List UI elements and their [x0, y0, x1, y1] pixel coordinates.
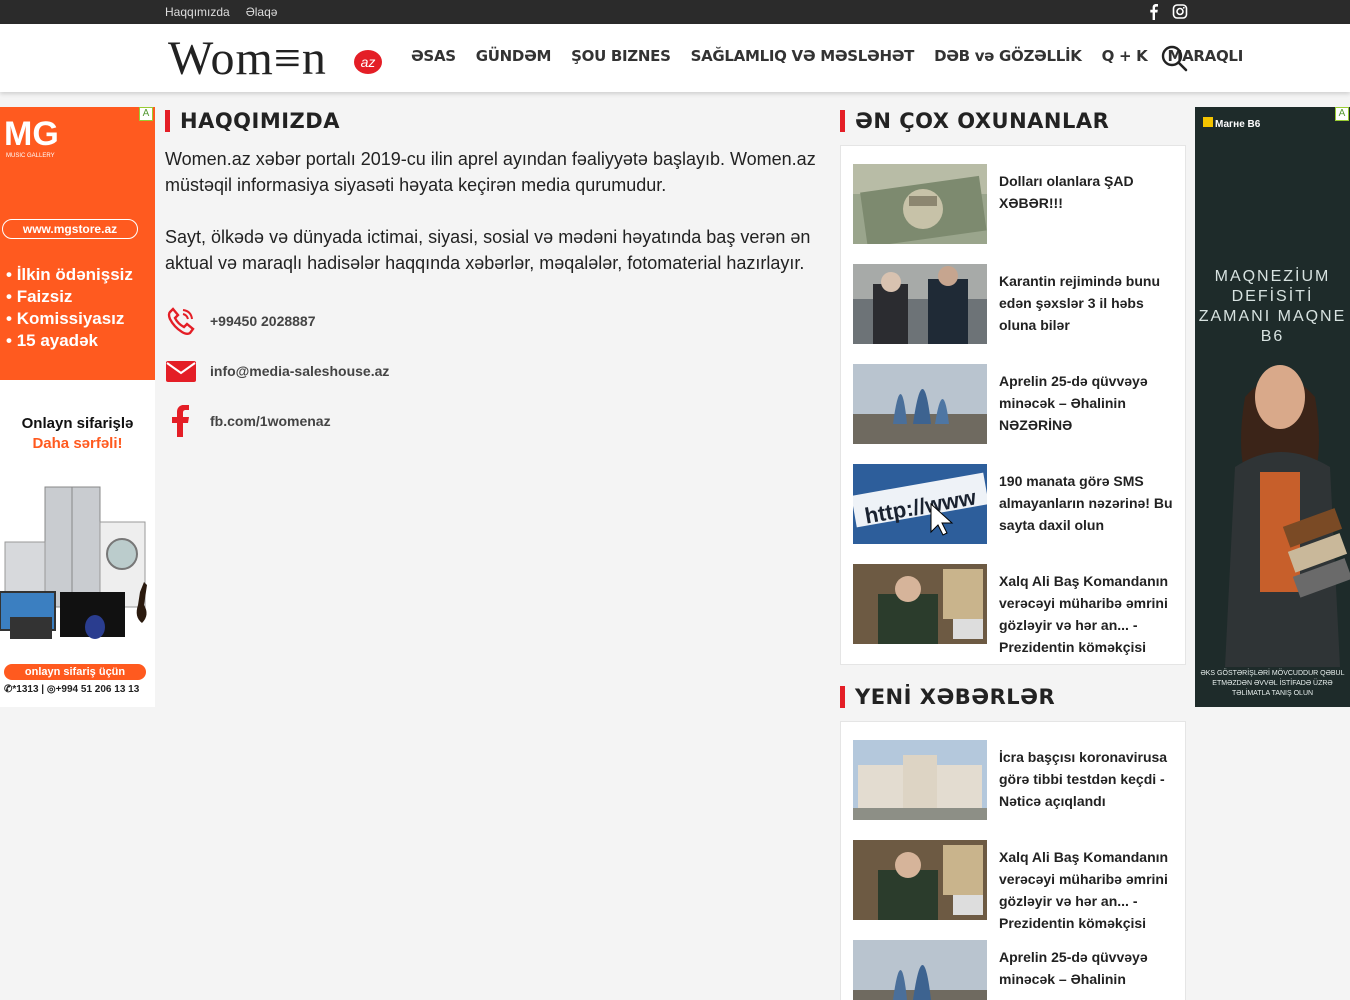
left-ad-banner[interactable]: MG MUSIC GALLERY www.mgstore.az • İlkin … — [0, 107, 155, 707]
list-item[interactable]: Aprelin 25-də qüvvəyə minəcək – Əhalinin… — [853, 364, 1173, 464]
top-link-about[interactable]: Haqqımızda — [165, 5, 230, 19]
about-paragraph: Sayt, ölkədə və dünyada ictimai, siyasi,… — [165, 227, 811, 273]
news-title[interactable]: Karantin rejimində bunu edən şəxslər 3 i… — [999, 264, 1173, 364]
logo-word: Wom≡n — [168, 32, 327, 85]
contact-value: info@media-saleshouse.az — [210, 363, 390, 379]
logo-suffix: az — [354, 50, 382, 74]
ad-online-line1: Onlayn sifarişlə — [21, 415, 134, 432]
news-title[interactable]: Xalq Ali Baş Komandanın verəcəyi müharib… — [999, 564, 1173, 664]
about-text: Women.az xəbər portalı 2019-cu ilin apre… — [165, 146, 820, 276]
brand-logo-icon — [1203, 117, 1213, 127]
popular-title: ƏN ÇOX OXUNANLAR — [855, 109, 1110, 133]
nav-item-qk[interactable]: Q + K — [1102, 47, 1148, 65]
ad-bullet: • İlkin ödənişsiz — [6, 265, 133, 284]
ad-url: www.mgstore.az — [2, 219, 138, 239]
instagram-icon[interactable] — [1172, 3, 1188, 20]
ad-bullet: • Faizsiz — [6, 287, 73, 306]
ad-phones: ✆*1313 | ◎+994 51 206 13 13 — [4, 684, 140, 695]
right-ad-banner[interactable]: Магне В6 MAQNEZİUM DEFİSİTİ ZAMANI MAQNE… — [1195, 107, 1350, 707]
about-paragraph: Women.az xəbər portalı 2019-cu ilin apre… — [165, 149, 816, 195]
section-title: HAQQIMIZDA — [165, 107, 820, 135]
news-title[interactable]: İcra başçısı koronavirusa görə tibbi tes… — [999, 740, 1173, 840]
nav-item-health[interactable]: SAĞLAMLIQ VƏ MƏSLƏHƏT — [691, 47, 915, 65]
section-title-popular: ƏN ÇOX OXUNANLAR — [840, 107, 1186, 135]
about-section: HAQQIMIZDA Women.az xəbər portalı 2019-c… — [165, 107, 820, 446]
news-thumbnail[interactable] — [853, 740, 987, 820]
contact-value: fb.com/1womenaz — [210, 413, 331, 429]
section-title-latest: YENİ XƏBƏRLƏR — [840, 683, 1186, 711]
title-accent-bar — [840, 686, 845, 708]
ad-right-headline: MAQNEZİUM DEFİSİTİ ZAMANI MAQNE B6 — [1198, 268, 1347, 345]
contact-value: +99450 2028887 — [210, 313, 316, 329]
mail-icon — [165, 355, 197, 387]
contact-email[interactable]: info@media-saleshouse.az — [165, 346, 820, 396]
news-title[interactable]: Aprelin 25-də qüvvəyə minəcək – Əhalinin… — [999, 364, 1173, 464]
site-logo[interactable]: Wom≡n az — [168, 34, 388, 84]
top-bar: Haqqımızda Əlaqə — [0, 0, 1350, 24]
ad-right-disclaimer: ƏKS GÖSTƏRİŞLƏRİ MÖVCUDDUR QƏBUL ETMƏZDƏ… — [1200, 670, 1345, 697]
news-thumbnail[interactable] — [853, 164, 987, 244]
phone-icon — [165, 305, 197, 337]
news-thumbnail[interactable]: http://www — [853, 464, 987, 544]
ad-brand: MG — [4, 115, 59, 153]
list-item[interactable]: Dolları olanlara ŞAD XƏBƏR!!! — [853, 164, 1173, 264]
latest-news-list: İcra başçısı koronavirusa görə tibbi tes… — [840, 721, 1186, 1000]
top-links: Haqqımızda Əlaqə — [165, 0, 277, 24]
list-item[interactable]: Karantin rejimində bunu edən şəxslər 3 i… — [853, 264, 1173, 364]
nav-item-agenda[interactable]: GÜNDƏM — [476, 47, 552, 65]
news-title[interactable]: Dolları olanlara ŞAD XƏBƏR!!! — [999, 164, 1173, 264]
search-icon[interactable] — [1160, 44, 1188, 72]
news-title[interactable]: Aprelin 25-də qüvvəyə minəcək – Əhalinin — [999, 940, 1173, 1000]
main-nav: ƏSAS GÜNDƏM ŞOU BIZNES SAĞLAMLIQ VƏ MƏSL… — [411, 47, 1243, 65]
sidebar: ƏN ÇOX OXUNANLAR Dolları olanlara ŞAD XƏ… — [840, 107, 1186, 1000]
facebook-icon — [165, 405, 197, 437]
news-title[interactable]: Xalq Ali Baş Komandanın verəcəyi müharib… — [999, 840, 1173, 940]
list-item[interactable]: http://www 190 manata görə SMS almayanla… — [853, 464, 1173, 564]
nav-item-fashion[interactable]: DƏB və GÖZƏLLİK — [934, 47, 1082, 65]
adchoices-badge[interactable]: A — [1335, 107, 1349, 121]
adchoices-badge[interactable]: A — [139, 107, 153, 121]
facebook-icon[interactable] — [1146, 3, 1162, 20]
list-item[interactable]: İcra başçısı koronavirusa görə tibbi tes… — [853, 740, 1173, 840]
ad-order-button[interactable]: onlayn sifariş üçün — [4, 664, 146, 680]
news-title[interactable]: 190 manata görə SMS almayanların nəzərin… — [999, 464, 1173, 564]
social-links — [1146, 3, 1188, 20]
news-thumbnail[interactable] — [853, 264, 987, 344]
news-thumbnail[interactable] — [853, 564, 987, 644]
list-item[interactable]: Aprelin 25-də qüvvəyə minəcək – Əhalinin — [853, 940, 1173, 1000]
ad-right-brand: Магне В6 — [1203, 117, 1260, 130]
nav-item-showbiz[interactable]: ŞOU BIZNES — [571, 47, 671, 65]
list-item[interactable]: Xalq Ali Baş Komandanın verəcəyi müharib… — [853, 564, 1173, 664]
nav-item-home[interactable]: ƏSAS — [411, 47, 456, 65]
top-link-contact[interactable]: Əlaqə — [246, 5, 278, 19]
title-accent-bar — [165, 110, 170, 132]
popular-news-list: Dolları olanlara ŞAD XƏBƏR!!! Karantin r… — [840, 145, 1186, 665]
latest-title: YENİ XƏBƏRLƏR — [855, 685, 1056, 709]
contact-list: +99450 2028887 info@media-saleshouse.az … — [165, 296, 820, 446]
appliances-image — [0, 482, 155, 652]
news-thumbnail[interactable] — [853, 840, 987, 920]
site-header: Wom≡n az ƏSAS GÜNDƏM ŞOU BIZNES SAĞLAMLI… — [0, 24, 1350, 92]
news-thumbnail[interactable] — [853, 364, 987, 444]
ad-bullet: • Komissiyasız — [6, 309, 125, 328]
woman-with-books-image — [1215, 337, 1350, 667]
ad-bullets: • İlkin ödənişsiz • Faizsiz • Komissiyas… — [6, 264, 133, 352]
title-accent-bar — [840, 110, 845, 132]
list-item[interactable]: Xalq Ali Baş Komandanın verəcəyi müharib… — [853, 840, 1173, 940]
news-thumbnail[interactable] — [853, 940, 987, 1000]
ad-bullet: • 15 ayadək — [6, 331, 98, 350]
page-title: HAQQIMIZDA — [180, 109, 340, 133]
ad-brand-sub: MUSIC GALLERY — [6, 153, 55, 159]
contact-facebook[interactable]: fb.com/1womenaz — [165, 396, 820, 446]
ad-online-line2: Daha sərfəli! — [32, 435, 123, 452]
contact-phone[interactable]: +99450 2028887 — [165, 296, 820, 346]
